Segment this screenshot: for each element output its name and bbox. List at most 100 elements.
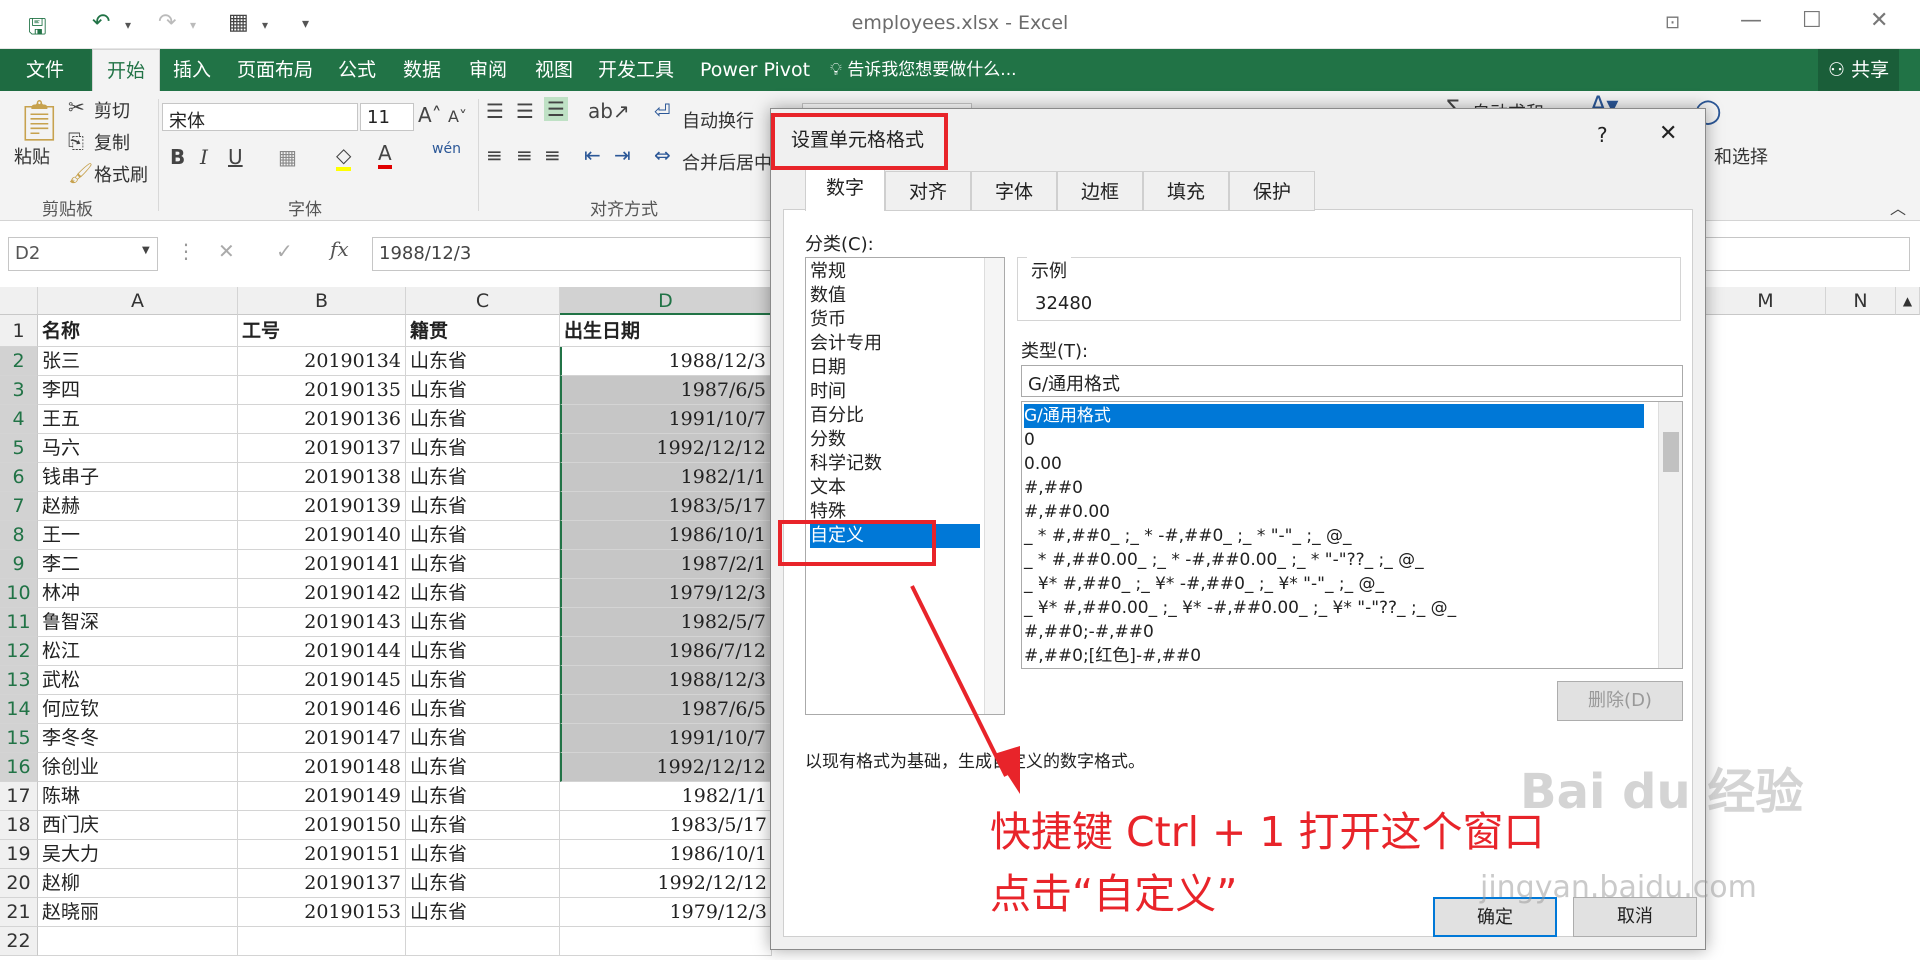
cell-birthdate[interactable]: 1983/5/17 xyxy=(560,811,772,840)
cell-name[interactable]: 陈琳 xyxy=(38,782,238,811)
cell-name[interactable]: 李冬冬 xyxy=(38,724,238,753)
cell-id[interactable]: 20190144 xyxy=(238,637,406,666)
cell-place[interactable]: 山东省 xyxy=(406,550,560,579)
bold-button[interactable]: B xyxy=(170,145,185,169)
cell-place[interactable]: 山东省 xyxy=(406,782,560,811)
orientation-icon[interactable]: ab↗ xyxy=(588,99,630,123)
row-header[interactable]: 17 xyxy=(0,782,38,811)
cancel-entry-icon[interactable]: ✕ xyxy=(218,239,235,263)
scroll-up-icon[interactable]: ▲ xyxy=(1896,287,1920,315)
cell-place[interactable]: 籍贯 xyxy=(406,315,560,347)
cell-id[interactable]: 20190147 xyxy=(238,724,406,753)
cell-place[interactable]: 山东省 xyxy=(406,840,560,869)
align-left-icon[interactable]: ≡ xyxy=(486,143,503,167)
italic-button[interactable]: I xyxy=(200,145,208,169)
dialog-tab-alignment[interactable]: 对齐 xyxy=(885,171,971,211)
cell-name[interactable]: 王五 xyxy=(38,405,238,434)
cell-id[interactable]: 20190145 xyxy=(238,666,406,695)
cell-name[interactable]: 赵晓丽 xyxy=(38,898,238,927)
cell-birthdate[interactable]: 1992/12/12 xyxy=(560,434,772,463)
cell-birthdate[interactable]: 出生日期 xyxy=(560,315,772,347)
underline-button[interactable]: U xyxy=(228,145,243,169)
align-bottom-icon[interactable]: ☰ xyxy=(544,97,568,121)
cell-id[interactable]: 20190137 xyxy=(238,869,406,898)
cell-birthdate[interactable]: 1988/12/3 xyxy=(560,347,772,376)
cell-id[interactable]: 20190141 xyxy=(238,550,406,579)
row-header[interactable]: 11 xyxy=(0,608,38,637)
cell-birthdate[interactable] xyxy=(560,927,772,956)
category-item[interactable]: 时间 xyxy=(810,380,980,404)
dialog-tab-font[interactable]: 字体 xyxy=(971,171,1057,211)
cell-place[interactable]: 山东省 xyxy=(406,637,560,666)
cell-id[interactable]: 20190134 xyxy=(238,347,406,376)
find-select-label[interactable]: 和选择 xyxy=(1714,143,1768,169)
cell-birthdate[interactable]: 1987/6/5 xyxy=(560,695,772,724)
row-header[interactable]: 13 xyxy=(0,666,38,695)
cell-birthdate[interactable]: 1987/2/1 xyxy=(560,550,772,579)
cell-name[interactable]: 名称 xyxy=(38,315,238,347)
cell-birthdate[interactable]: 1979/12/3 xyxy=(560,898,772,927)
cell-name[interactable]: 何应钦 xyxy=(38,695,238,724)
dialog-tab-border[interactable]: 边框 xyxy=(1057,171,1143,211)
row-header[interactable]: 22 xyxy=(0,927,38,956)
row-header[interactable]: 8 xyxy=(0,521,38,550)
increase-indent-icon[interactable]: ⇥ xyxy=(614,143,631,167)
cell-place[interactable]: 山东省 xyxy=(406,695,560,724)
cut-label[interactable]: 剪切 xyxy=(94,97,130,123)
type-item[interactable]: _ * #,##0.00_ ;_ * -#,##0.00_ ;_ * "-"??… xyxy=(1024,548,1644,572)
cell-place[interactable]: 山东省 xyxy=(406,608,560,637)
category-item[interactable]: 分数 xyxy=(810,428,980,452)
type-item[interactable]: _ ¥* #,##0.00_ ;_ ¥* -#,##0.00_ ;_ ¥* "-… xyxy=(1024,596,1644,620)
close-window-icon[interactable]: ✕ xyxy=(1870,8,1888,33)
minimize-icon[interactable]: — xyxy=(1740,8,1762,33)
cell-place[interactable]: 山东省 xyxy=(406,463,560,492)
dialog-tab-number[interactable]: 数字 xyxy=(805,167,885,211)
column-header-b[interactable]: B xyxy=(238,287,406,315)
cell-name[interactable]: 鲁智深 xyxy=(38,608,238,637)
tab-data[interactable]: 数据 xyxy=(403,49,441,91)
type-item[interactable]: #,##0.00 xyxy=(1024,500,1644,524)
cell-name[interactable]: 李二 xyxy=(38,550,238,579)
row-header[interactable]: 16 xyxy=(0,753,38,782)
tab-insert[interactable]: 插入 xyxy=(173,49,211,91)
row-header[interactable]: 20 xyxy=(0,869,38,898)
cell-birthdate[interactable]: 1979/12/3 xyxy=(560,579,772,608)
category-item[interactable]: 数值 xyxy=(810,284,980,308)
category-item[interactable]: 货币 xyxy=(810,308,980,332)
cell-id[interactable]: 20190149 xyxy=(238,782,406,811)
category-item[interactable]: 文本 xyxy=(810,476,980,500)
font-name-select[interactable]: 宋体 xyxy=(162,103,358,132)
cell-name[interactable]: 徐创业 xyxy=(38,753,238,782)
type-list[interactable]: G/通用格式 0 0.00 #,##0 #,##0.00 _ * #,##0_ ;_ * … xyxy=(1021,401,1683,669)
copy-label[interactable]: 复制 xyxy=(94,129,130,155)
cell-name[interactable]: 吴大力 xyxy=(38,840,238,869)
cell-id[interactable]: 20190139 xyxy=(238,492,406,521)
tab-view[interactable]: 视图 xyxy=(535,49,573,91)
cell-name[interactable]: 西门庆 xyxy=(38,811,238,840)
format-painter-icon[interactable]: 🖌︎ xyxy=(68,161,93,185)
cell-place[interactable]: 山东省 xyxy=(406,347,560,376)
column-header-d[interactable]: D xyxy=(560,287,772,315)
cell-place[interactable]: 山东省 xyxy=(406,724,560,753)
cell-id[interactable]: 20190140 xyxy=(238,521,406,550)
cell-id[interactable]: 20190148 xyxy=(238,753,406,782)
collapse-ribbon-icon[interactable]: ︿ xyxy=(1890,195,1906,219)
type-item[interactable]: 0.00 xyxy=(1024,452,1644,476)
cell-name[interactable]: 赵赫 xyxy=(38,492,238,521)
row-header[interactable]: 15 xyxy=(0,724,38,753)
type-scrollbar[interactable] xyxy=(1658,402,1682,668)
cell-place[interactable]: 山东省 xyxy=(406,579,560,608)
category-item[interactable]: 百分比 xyxy=(810,404,980,428)
cell-birthdate[interactable]: 1986/7/12 xyxy=(560,637,772,666)
cell-birthdate[interactable]: 1982/1/1 xyxy=(560,463,772,492)
borders-icon[interactable]: ▦ xyxy=(278,145,297,169)
tab-page-layout[interactable]: 页面布局 xyxy=(237,49,313,91)
type-item[interactable]: 0 xyxy=(1024,428,1644,452)
name-box[interactable]: D2 xyxy=(8,237,158,271)
cell-birthdate[interactable]: 1991/10/7 xyxy=(560,724,772,753)
tab-power-pivot[interactable]: Power Pivot xyxy=(700,49,810,91)
align-center-icon[interactable]: ≡ xyxy=(516,143,533,167)
category-item[interactable]: 会计专用 xyxy=(810,332,980,356)
cell-place[interactable]: 山东省 xyxy=(406,811,560,840)
increase-font-icon[interactable]: A˄ xyxy=(418,103,442,127)
